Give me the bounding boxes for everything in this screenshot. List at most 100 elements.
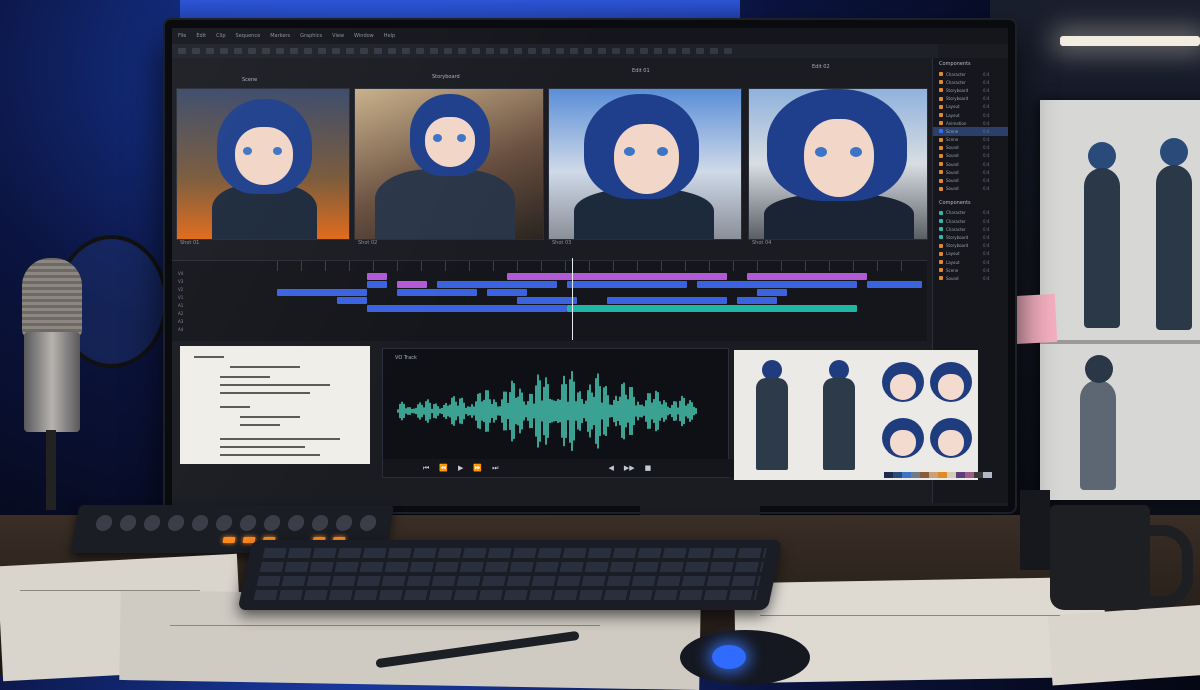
toolbar-button[interactable]: [206, 48, 214, 54]
toolbar-button[interactable]: [486, 48, 494, 54]
toolbar-button[interactable]: [626, 48, 634, 54]
toolbar-button[interactable]: [668, 48, 676, 54]
toolbar-button[interactable]: [458, 48, 466, 54]
timeline-clip[interactable]: [607, 297, 727, 304]
project-item[interactable]: Storyboard 0:4: [933, 95, 1008, 103]
project-item[interactable]: Character 0:4: [933, 70, 1008, 78]
viewer-frame-1[interactable]: [176, 88, 350, 240]
toolbar-button[interactable]: [710, 48, 718, 54]
toolbar-button[interactable]: [444, 48, 452, 54]
toolbar-button[interactable]: [262, 48, 270, 54]
project-item[interactable]: Character 0:4: [933, 209, 1008, 217]
viewer-frame-2[interactable]: [354, 88, 544, 240]
project-item[interactable]: Storyboard 0:4: [933, 242, 1008, 250]
project-item[interactable]: Layout 0:4: [933, 250, 1008, 258]
viewer-frame-4[interactable]: [748, 88, 928, 240]
project-item[interactable]: Sound 0:4: [933, 274, 1008, 282]
transport-button[interactable]: ◀: [608, 464, 613, 472]
track-label[interactable]: V4: [172, 271, 272, 279]
toolbar-button[interactable]: [640, 48, 648, 54]
project-item[interactable]: Scene 0:4: [933, 136, 1008, 144]
menu-item[interactable]: Markers: [270, 33, 290, 39]
toolbar-button[interactable]: [472, 48, 480, 54]
character-sheet-panel[interactable]: [734, 350, 992, 480]
timeline-clip[interactable]: [397, 289, 477, 296]
toolbar-button[interactable]: [220, 48, 228, 54]
timeline-tracks[interactable]: [277, 273, 922, 339]
track-label[interactable]: V2: [172, 287, 272, 295]
transport-button[interactable]: ■: [645, 464, 652, 472]
timeline-clip[interactable]: [747, 273, 867, 280]
track-label[interactable]: A1: [172, 303, 272, 311]
timeline-playhead[interactable]: [572, 258, 573, 340]
timeline-clip[interactable]: [567, 281, 687, 288]
menu-item[interactable]: Window: [354, 33, 374, 39]
project-item[interactable]: Sound 0:4: [933, 176, 1008, 184]
toolbar-button[interactable]: [318, 48, 326, 54]
toolbar-button[interactable]: [402, 48, 410, 54]
track-label[interactable]: A2: [172, 311, 272, 319]
project-item[interactable]: Sound 0:4: [933, 185, 1008, 193]
script-panel[interactable]: [180, 346, 370, 464]
toolbar-button[interactable]: [654, 48, 662, 54]
project-item[interactable]: Layout 0:4: [933, 258, 1008, 266]
menu-item[interactable]: Edit: [196, 33, 206, 39]
toolbar-button[interactable]: [612, 48, 620, 54]
timeline-clip[interactable]: [487, 289, 527, 296]
track-label[interactable]: V1: [172, 295, 272, 303]
timeline-clip[interactable]: [867, 281, 922, 288]
project-item[interactable]: Storyboard 0:4: [933, 86, 1008, 94]
track-label[interactable]: A3: [172, 319, 272, 327]
toolbar-button[interactable]: [192, 48, 200, 54]
timeline-clip[interactable]: [757, 289, 787, 296]
timeline-clip[interactable]: [567, 305, 857, 312]
project-item[interactable]: Sound 0:4: [933, 168, 1008, 176]
project-item[interactable]: Layout 0:4: [933, 111, 1008, 119]
transport-button[interactable]: ⏩: [473, 464, 482, 472]
project-item[interactable]: Sound 0:4: [933, 144, 1008, 152]
toolbar-button[interactable]: [556, 48, 564, 54]
timeline-clip[interactable]: [337, 297, 367, 304]
toolbar-button[interactable]: [696, 48, 704, 54]
project-item[interactable]: Sound 0:4: [933, 160, 1008, 168]
menu-item[interactable]: File: [178, 33, 186, 39]
toolbar-button[interactable]: [430, 48, 438, 54]
timeline-clip[interactable]: [437, 281, 557, 288]
viewer-frame-3[interactable]: [548, 88, 742, 240]
timeline-clip[interactable]: [737, 297, 777, 304]
transport-button[interactable]: ⏭: [492, 464, 498, 473]
toolbar-button[interactable]: [570, 48, 578, 54]
menu-item[interactable]: Sequence: [236, 33, 261, 39]
toolbar-button[interactable]: [598, 48, 606, 54]
timeline-clip[interactable]: [367, 305, 567, 312]
toolbar-button[interactable]: [178, 48, 186, 54]
project-item[interactable]: Layout 0:4: [933, 103, 1008, 111]
timeline-clip[interactable]: [367, 273, 387, 280]
project-item[interactable]: Sound 0:4: [933, 152, 1008, 160]
toolbar-button[interactable]: [682, 48, 690, 54]
toolbar-button[interactable]: [304, 48, 312, 54]
toolbar-button[interactable]: [416, 48, 424, 54]
timeline-clip[interactable]: [277, 289, 367, 296]
timeline-clip[interactable]: [367, 281, 387, 288]
transport-button[interactable]: ⏮: [423, 464, 429, 473]
toolbar-button[interactable]: [248, 48, 256, 54]
transport-button[interactable]: ⏪: [439, 464, 448, 472]
toolbar-button[interactable]: [584, 48, 592, 54]
toolbar-button[interactable]: [234, 48, 242, 54]
track-label[interactable]: A4: [172, 327, 272, 335]
menu-item[interactable]: Help: [384, 33, 395, 39]
toolbar-button[interactable]: [514, 48, 522, 54]
audio-waveform[interactable]: [393, 369, 708, 454]
timeline-clip[interactable]: [397, 281, 427, 288]
toolbar-button[interactable]: [528, 48, 536, 54]
project-item[interactable]: Character 0:4: [933, 217, 1008, 225]
toolbar-button[interactable]: [360, 48, 368, 54]
menu-item[interactable]: Graphics: [300, 33, 322, 39]
project-item[interactable]: Character 0:4: [933, 225, 1008, 233]
timeline-clip[interactable]: [697, 281, 857, 288]
project-item[interactable]: Scene 0:4: [933, 127, 1008, 136]
project-item[interactable]: Storyboard 0:4: [933, 233, 1008, 241]
timeline-panel[interactable]: V4 V3 V2 V1 A1 A2 A3 A4: [172, 260, 927, 341]
transport-button[interactable]: ▶▶: [624, 464, 635, 472]
